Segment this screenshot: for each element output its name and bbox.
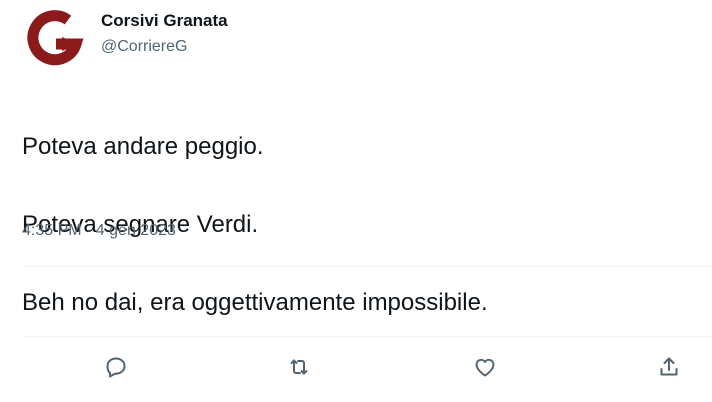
corsivi-granata-logo [27,10,84,66]
reply-button[interactable] [99,350,133,384]
tweet-timestamp[interactable]: 4:35 PM · 4 gen 2023 [22,220,176,242]
author-handle[interactable]: @CorriereG [101,36,228,58]
avatar[interactable] [22,6,86,70]
tweet-card: Corsivi Granata @CorriereG Poteva andare… [0,0,712,402]
retweet-icon [290,359,308,375]
divider [22,336,712,337]
action-bar [0,350,712,384]
author-display-name[interactable]: Corsivi Granata [101,10,228,32]
divider [22,266,712,267]
tweet-text-line: Poteva andare peggio. [22,133,264,160]
share-button[interactable] [652,350,686,384]
like-button[interactable] [468,350,502,384]
heart-icon [475,358,495,377]
share-icon [660,357,678,376]
retweet-button[interactable] [282,350,316,384]
reply-icon [106,357,126,378]
tweet-text-line: Beh no dai, era oggettivamente impossibi… [22,289,488,316]
author-block: Corsivi Granata @CorriereG [101,10,228,58]
